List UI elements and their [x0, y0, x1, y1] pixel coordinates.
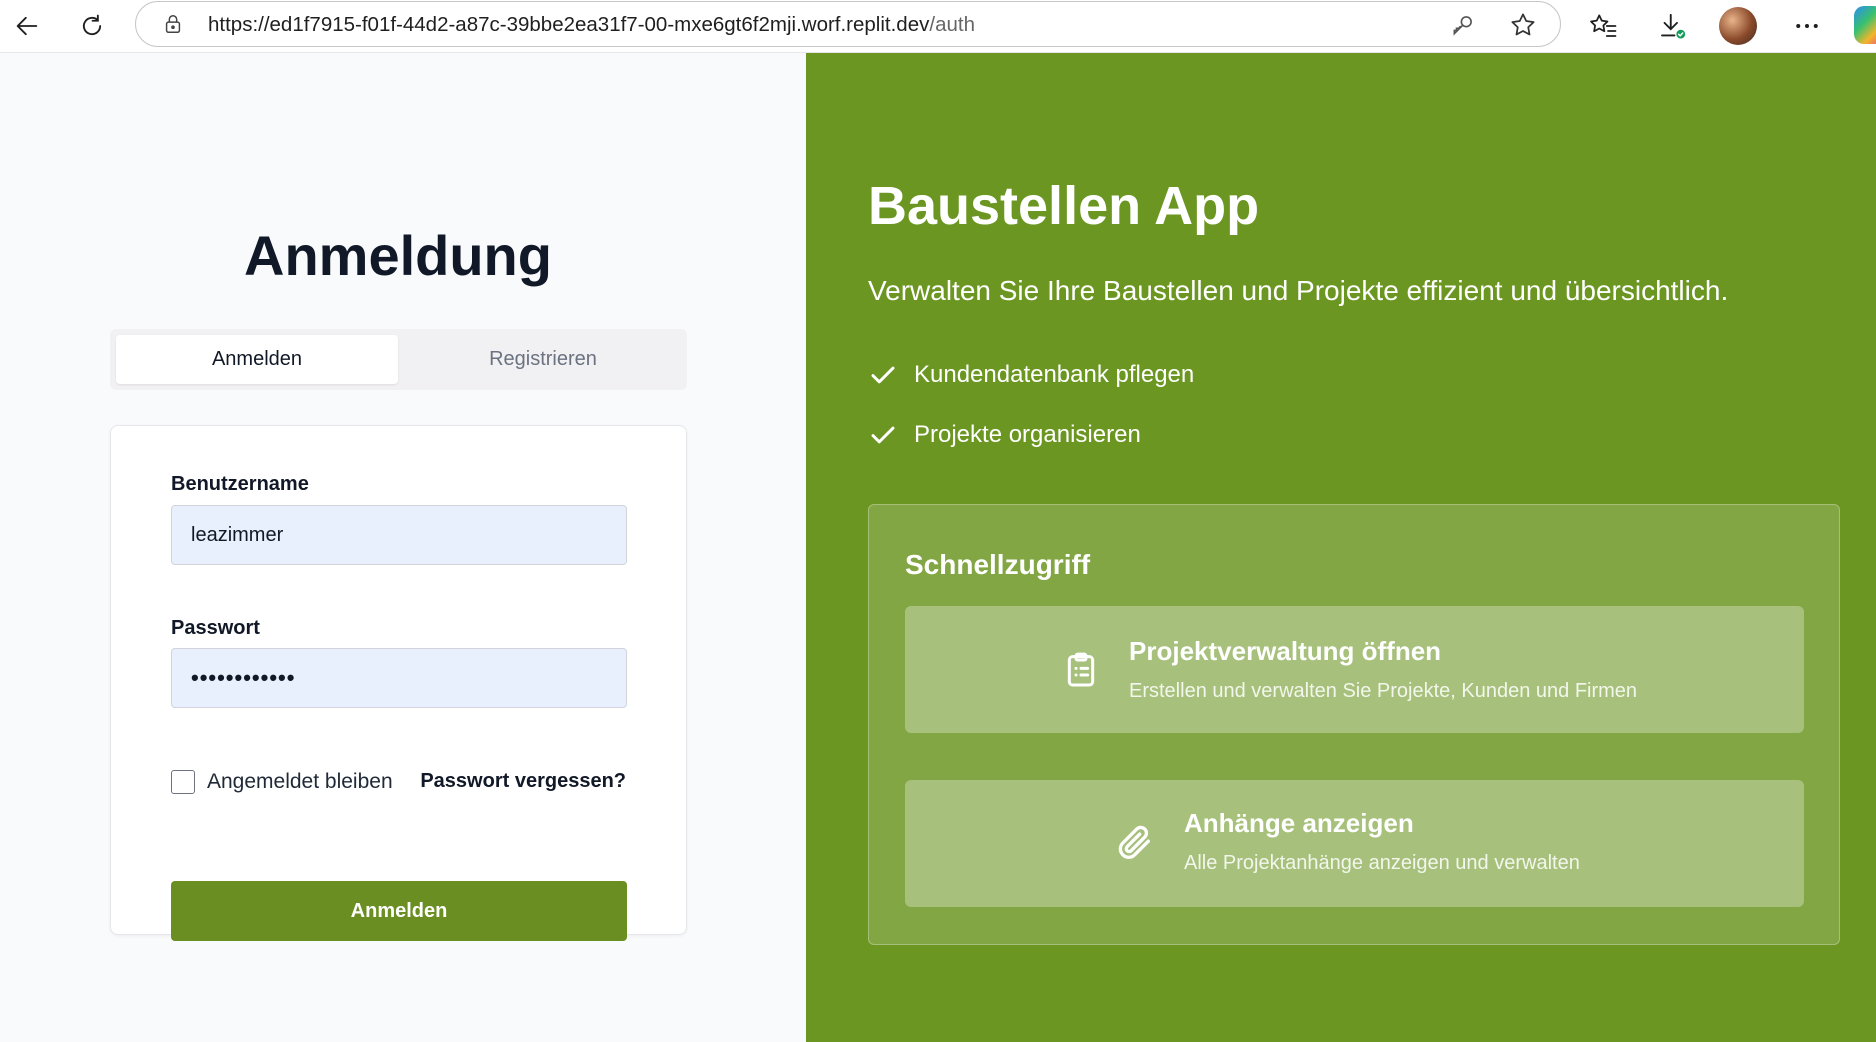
tab-register[interactable]: Registrieren	[402, 335, 684, 384]
copilot-icon[interactable]	[1854, 6, 1876, 44]
check-icon	[871, 426, 895, 444]
quick-access-panel: Schnellzugriff Projektverwaltung öffnen …	[868, 504, 1840, 945]
username-label: Benutzername	[171, 473, 309, 495]
feature-label: Projekte organisieren	[914, 421, 1141, 448]
remember-label[interactable]: Angemeldet bleiben	[207, 770, 393, 794]
login-submit-button[interactable]: Anmelden	[171, 881, 627, 941]
username-input[interactable]: leazimmer	[171, 505, 627, 565]
back-icon[interactable]	[8, 7, 46, 45]
login-panel: Anmeldung Anmelden Registrieren Benutzer…	[0, 53, 806, 1042]
lock-icon[interactable]	[162, 12, 184, 36]
favorites-icon[interactable]	[1584, 7, 1622, 45]
open-projects-subtitle: Erstellen und verwalten Sie Projekte, Ku…	[1129, 680, 1638, 702]
clipboard-icon	[1067, 652, 1095, 687]
key-icon[interactable]	[1450, 12, 1476, 38]
forgot-password-link[interactable]: Passwort vergessen?	[420, 770, 626, 793]
profile-avatar[interactable]	[1719, 7, 1757, 45]
refresh-icon[interactable]	[73, 7, 111, 45]
open-projects-title: Projektverwaltung öffnen	[1129, 636, 1442, 666]
star-icon[interactable]	[1508, 10, 1538, 40]
tab-login[interactable]: Anmelden	[116, 335, 398, 384]
page-title: Anmeldung	[244, 224, 552, 287]
url-text[interactable]: https://ed1f7915-f01f-44d2-a87c-39bbe2ea…	[208, 13, 975, 37]
quick-access-title: Schnellzugriff	[905, 549, 1091, 580]
remember-checkbox[interactable]	[171, 770, 195, 794]
login-form-card: Benutzername leazimmer Passwort ••••••••…	[110, 425, 687, 941]
feature-item: Projekte organisieren	[868, 420, 1141, 450]
address-bar[interactable]: https://ed1f7915-f01f-44d2-a87c-39bbe2ea…	[135, 1, 1561, 47]
show-attachments-subtitle: Alle Projektanhänge anzeigen und verwalt…	[1184, 852, 1580, 874]
show-attachments-button[interactable]: Anhänge anzeigen Alle Projektanhänge anz…	[905, 780, 1804, 907]
app-title: Baustellen App	[868, 176, 1260, 236]
paperclip-icon	[1118, 825, 1150, 859]
hero-panel: Baustellen App Verwalten Sie Ihre Bauste…	[806, 53, 1876, 1042]
feature-label: Kundendatenbank pflegen	[914, 361, 1195, 388]
url-host: https://ed1f7915-f01f-44d2-a87c-39bbe2ea…	[208, 13, 930, 36]
downloads-icon[interactable]	[1653, 7, 1691, 45]
url-path: /auth	[929, 13, 975, 36]
password-label: Passwort	[171, 617, 260, 639]
browser-toolbar: https://ed1f7915-f01f-44d2-a87c-39bbe2ea…	[0, 0, 1876, 53]
auth-tabs: Anmelden Registrieren	[110, 329, 687, 390]
app-subtitle: Verwalten Sie Ihre Baustellen und Projek…	[868, 275, 1729, 306]
password-input[interactable]: ••••••••••••	[171, 648, 627, 708]
show-attachments-title: Anhänge anzeigen	[1184, 808, 1414, 838]
check-icon	[871, 366, 895, 384]
open-projects-button[interactable]: Projektverwaltung öffnen Erstellen und v…	[905, 606, 1804, 733]
more-icon[interactable]	[1788, 7, 1826, 45]
feature-item: Kundendatenbank pflegen	[868, 360, 1194, 390]
